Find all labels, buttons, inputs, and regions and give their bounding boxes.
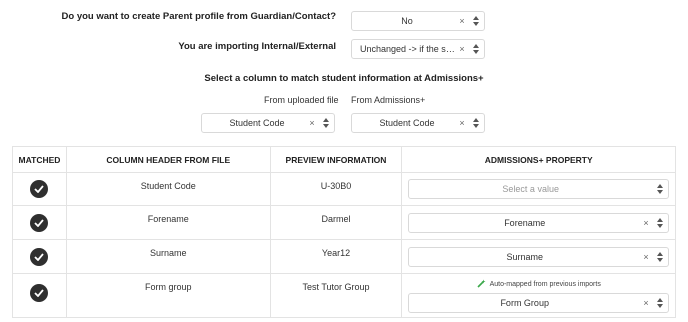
- auto-mapped-note: Auto-mapped from previous imports: [402, 279, 675, 290]
- table-row: Surname Year12 Surname ×: [12, 239, 676, 274]
- column-header-text: Student Code: [140, 181, 196, 191]
- check-icon: [30, 180, 49, 198]
- admissions-column-value: Student Code: [379, 118, 435, 128]
- sort-arrows-icon[interactable]: [468, 16, 484, 26]
- from-file-label: From uploaded file: [264, 95, 339, 105]
- question-internal-external-label: You are importing Internal/External: [178, 41, 336, 52]
- header-admissions-property: ADMISSIONS+ PROPERTY: [401, 146, 676, 173]
- preview-cell: Test Tutor Group: [269, 273, 403, 318]
- preview-text: Darmel: [321, 214, 351, 224]
- sort-arrows-icon[interactable]: [652, 184, 668, 194]
- mapping-table: MATCHED COLUMN HEADER FROM FILE PREVIEW …: [12, 146, 676, 318]
- file-column-value: Student Code: [229, 118, 285, 128]
- sort-arrows-icon[interactable]: [318, 118, 334, 128]
- question-parent-profile-label: Do you want to create Parent profile fro…: [61, 11, 336, 22]
- internal-external-select[interactable]: Unchanged -> if the stude... ×: [351, 39, 485, 59]
- header-preview-information: PREVIEW INFORMATION: [269, 146, 403, 173]
- check-icon: [30, 213, 49, 232]
- table-row: Form group Test Tutor Group Auto-mapped …: [12, 273, 676, 318]
- auto-mapped-text: Auto-mapped from previous imports: [489, 280, 601, 288]
- property-cell: Select a value: [401, 172, 676, 206]
- sort-arrows-icon[interactable]: [468, 118, 484, 128]
- property-value: Forename: [504, 217, 546, 228]
- preview-text: Test Tutor Group: [302, 282, 370, 292]
- property-value: Form Group: [500, 297, 549, 308]
- header-matched: MATCHED: [12, 146, 67, 173]
- sort-arrows-icon[interactable]: [652, 297, 668, 308]
- parent-profile-select[interactable]: No ×: [351, 11, 485, 31]
- internal-external-value: Unchanged -> if the stude...: [360, 44, 456, 54]
- property-cell: Auto-mapped from previous imports Form G…: [401, 273, 676, 318]
- preview-cell: Darmel: [269, 205, 403, 240]
- sort-arrows-icon[interactable]: [468, 44, 484, 54]
- clear-icon[interactable]: ×: [456, 118, 468, 128]
- column-header-text: Surname: [150, 248, 187, 258]
- table-row: Student Code U-30B0 Select a value: [12, 172, 676, 206]
- file-column-select[interactable]: Student Code ×: [201, 113, 335, 133]
- property-value: Surname: [506, 251, 543, 262]
- magic-wand-icon: [476, 279, 486, 290]
- column-cell: Student Code: [65, 172, 271, 206]
- column-cell: Forename: [65, 205, 271, 240]
- column-header-text: Forename: [147, 214, 189, 224]
- column-cell: Form group: [65, 273, 271, 318]
- clear-icon[interactable]: ×: [640, 252, 652, 262]
- preview-cell: Year12: [269, 239, 403, 274]
- clear-icon[interactable]: ×: [456, 16, 468, 26]
- table-row: Forename Darmel Forename ×: [12, 205, 676, 240]
- property-select[interactable]: Surname ×: [408, 246, 669, 267]
- table-header-row: MATCHED COLUMN HEADER FROM FILE PREVIEW …: [12, 146, 676, 173]
- property-placeholder: Select a value: [502, 184, 559, 194]
- admissions-column-select[interactable]: Student Code ×: [351, 113, 485, 133]
- header-column-from-file: COLUMN HEADER FROM FILE: [65, 146, 271, 173]
- parent-profile-value: No: [401, 16, 413, 26]
- preview-text: Year12: [321, 248, 351, 258]
- property-cell: Surname ×: [401, 239, 676, 274]
- match-section-heading: Select a column to match student informa…: [204, 73, 484, 84]
- property-select[interactable]: Forename ×: [408, 212, 669, 233]
- clear-icon[interactable]: ×: [640, 218, 652, 228]
- sort-arrows-icon[interactable]: [652, 217, 668, 228]
- property-select[interactable]: Select a value: [408, 179, 669, 199]
- matched-cell: [12, 239, 67, 274]
- property-select[interactable]: Form Group ×: [408, 292, 669, 313]
- column-cell: Surname: [65, 239, 271, 274]
- matched-cell: [12, 273, 67, 318]
- property-cell: Forename ×: [401, 205, 676, 240]
- sort-arrows-icon[interactable]: [652, 251, 668, 262]
- clear-icon[interactable]: ×: [456, 44, 468, 54]
- from-admissions-label: From Admissions+: [351, 95, 426, 105]
- matched-cell: [12, 205, 67, 240]
- column-header-text: Form group: [145, 282, 192, 292]
- matched-cell: [12, 172, 67, 206]
- check-icon: [30, 247, 49, 266]
- preview-cell: U-30B0: [269, 172, 403, 206]
- clear-icon[interactable]: ×: [306, 118, 318, 128]
- preview-text: U-30B0: [320, 181, 352, 191]
- clear-icon[interactable]: ×: [640, 298, 652, 308]
- check-icon: [30, 284, 49, 302]
